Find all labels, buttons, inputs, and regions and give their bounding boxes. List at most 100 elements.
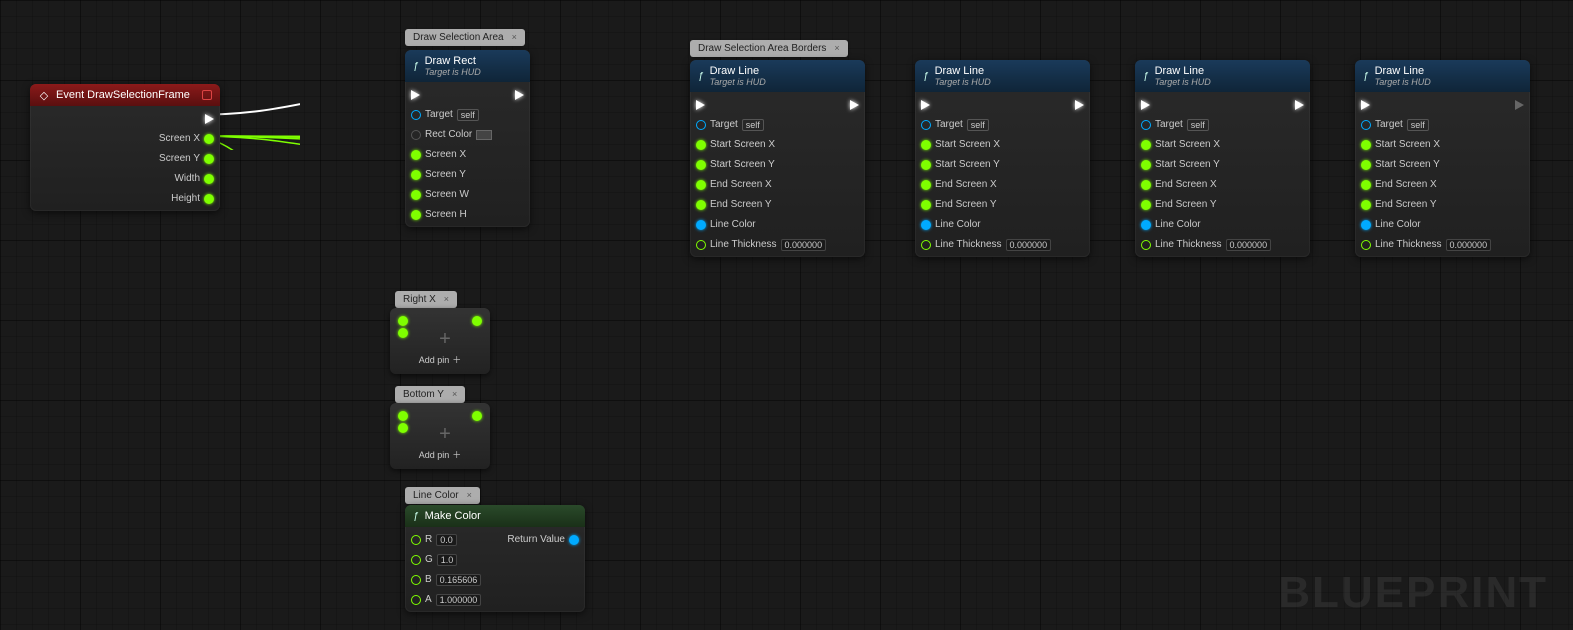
exec-in-pin[interactable] — [696, 96, 826, 113]
pin-screeny[interactable]: Screen Y — [411, 166, 492, 183]
pin-screenw[interactable]: Screen W — [411, 186, 492, 203]
pin-linecolor[interactable]: Line Color — [921, 216, 1051, 233]
node-header[interactable]: ƒDraw LineTarget is HUD — [1135, 60, 1310, 92]
pin[interactable]: End Screen Y — [1361, 196, 1491, 213]
pin-target[interactable]: Targetself — [1141, 116, 1271, 133]
exec-out-pin[interactable] — [1295, 96, 1304, 113]
node-title: Make Color — [425, 510, 481, 522]
node-drawline[interactable]: ƒDraw LineTarget is HUD Targetself Start S… — [915, 60, 1090, 257]
pin[interactable]: Start Screen X — [1141, 136, 1271, 153]
pin-screenx[interactable]: Screen X — [159, 130, 214, 147]
pin-target[interactable]: Targetself — [1361, 116, 1491, 133]
delegate-pin[interactable] — [202, 90, 212, 100]
comment-linecolor[interactable]: Line Color× — [405, 487, 480, 504]
close-icon[interactable]: × — [452, 389, 457, 399]
close-icon[interactable]: × — [512, 32, 517, 42]
close-icon[interactable]: × — [444, 294, 449, 304]
pin[interactable]: End Screen Y — [921, 196, 1051, 213]
pin-linecolor[interactable]: Line Color — [696, 216, 826, 233]
pin-returnvalue[interactable]: Return Value — [507, 531, 579, 548]
pin-target[interactable]: Targetself — [921, 116, 1051, 133]
exec-in-pin[interactable] — [921, 96, 1051, 113]
node-header[interactable]: ◇ Event DrawSelectionFrame — [30, 84, 220, 106]
pin[interactable]: Start Screen Y — [1141, 156, 1271, 173]
function-icon: ƒ — [698, 71, 704, 82]
comment-draw-selection-area[interactable]: Draw Selection Area× — [405, 29, 525, 46]
color-swatch[interactable] — [476, 130, 492, 140]
node-makecolor[interactable]: ƒ Make Color R0.0 G1.0 B0.165606 A1.0000… — [405, 505, 585, 612]
pin-b[interactable]: B0.165606 — [411, 571, 481, 588]
pin-linecolor[interactable]: Line Color — [1361, 216, 1491, 233]
exec-in-pin[interactable] — [411, 86, 492, 103]
close-icon[interactable]: × — [834, 43, 839, 53]
node-event[interactable]: ◇ Event DrawSelectionFrame Screen X Scre… — [30, 84, 220, 211]
pin-out[interactable] — [472, 411, 482, 421]
pin-linecolor[interactable]: Line Color — [1141, 216, 1271, 233]
node-header[interactable]: ƒ Make Color — [405, 505, 585, 527]
exec-out-pin[interactable] — [1075, 96, 1084, 113]
node-title: Event DrawSelectionFrame — [56, 89, 190, 101]
pin[interactable]: End Screen Y — [1141, 196, 1271, 213]
node-drawline[interactable]: ƒDraw LineTarget is HUD Targetself Start S… — [1135, 60, 1310, 257]
pin[interactable]: End Screen Y — [696, 196, 826, 213]
function-icon: ƒ — [413, 511, 419, 522]
pin[interactable]: End Screen X — [921, 176, 1051, 193]
pin-width[interactable]: Width — [159, 170, 214, 187]
exec-out-pin[interactable] — [159, 110, 214, 127]
node-drawline[interactable]: ƒDraw LineTarget is HUD Targetself Start S… — [1355, 60, 1530, 257]
pin-screenh[interactable]: Screen H — [411, 206, 492, 223]
pin-thickness[interactable]: Line Thickness0.000000 — [921, 236, 1051, 253]
pin-r[interactable]: R0.0 — [411, 531, 481, 548]
pin[interactable]: Start Screen Y — [696, 156, 826, 173]
node-header[interactable]: ƒDraw LineTarget is HUD — [1355, 60, 1530, 92]
pin-g[interactable]: G1.0 — [411, 551, 481, 568]
pin[interactable]: End Screen X — [1361, 176, 1491, 193]
pin-thickness[interactable]: Line Thickness0.000000 — [1361, 236, 1491, 253]
pin-thickness[interactable]: Line Thickness0.000000 — [696, 236, 826, 253]
pin[interactable]: Start Screen X — [1361, 136, 1491, 153]
pin-out[interactable] — [472, 316, 482, 326]
pin[interactable]: Start Screen X — [921, 136, 1051, 153]
close-icon[interactable]: × — [467, 490, 472, 500]
pin[interactable]: End Screen X — [1141, 176, 1271, 193]
node-add-rightx[interactable]: + Add pin＋ — [390, 308, 490, 374]
pin-screeny[interactable]: Screen Y — [159, 150, 214, 167]
function-icon: ƒ — [1143, 71, 1149, 82]
pin-in[interactable] — [398, 328, 408, 338]
pin-height[interactable]: Height — [159, 190, 214, 207]
pin-in[interactable] — [398, 411, 408, 421]
pin-target[interactable]: Targetself — [696, 116, 826, 133]
pin-in[interactable] — [398, 423, 408, 433]
pin-target[interactable]: Targetself — [411, 106, 492, 123]
function-icon: ƒ — [1363, 71, 1369, 82]
pin-thickness[interactable]: Line Thickness0.000000 — [1141, 236, 1271, 253]
add-pin-button[interactable]: Add pin＋ — [419, 448, 462, 461]
comment-bottomy[interactable]: Bottom Y× — [395, 386, 465, 403]
exec-out-pin[interactable] — [850, 96, 859, 113]
node-header[interactable]: ƒDraw LineTarget is HUD — [915, 60, 1090, 92]
comment-rightx[interactable]: Right X× — [395, 291, 457, 308]
node-subtitle: Target is HUD — [425, 67, 481, 77]
node-drawrect[interactable]: ƒ Draw RectTarget is HUD Targetself Rect… — [405, 50, 530, 227]
add-pin-button[interactable]: Add pin＋ — [419, 353, 462, 366]
comment-draw-borders[interactable]: Draw Selection Area Borders× — [690, 40, 848, 57]
exec-out-pin[interactable] — [515, 86, 524, 103]
pin[interactable]: End Screen X — [696, 176, 826, 193]
pin[interactable]: Start Screen Y — [1361, 156, 1491, 173]
pin-rectcolor[interactable]: Rect Color — [411, 126, 492, 143]
node-header[interactable]: ƒDraw LineTarget is HUD — [690, 60, 865, 92]
pin-screenx[interactable]: Screen X — [411, 146, 492, 163]
plus-icon: + — [439, 423, 451, 446]
pin-a[interactable]: A1.000000 — [411, 591, 481, 608]
node-add-bottomy[interactable]: + Add pin＋ — [390, 403, 490, 469]
plus-icon: + — [439, 328, 451, 351]
exec-in-pin[interactable] — [1361, 96, 1491, 113]
node-header[interactable]: ƒ Draw RectTarget is HUD — [405, 50, 530, 82]
exec-out-pin[interactable] — [1515, 96, 1524, 113]
exec-in-pin[interactable] — [1141, 96, 1271, 113]
node-drawline[interactable]: ƒDraw LineTarget is HUD Targetself Start S… — [690, 60, 865, 257]
pin[interactable]: Start Screen Y — [921, 156, 1051, 173]
pin[interactable]: Start Screen X — [696, 136, 826, 153]
node-subtitle: Target is HUD — [1155, 77, 1211, 87]
pin-in[interactable] — [398, 316, 408, 326]
